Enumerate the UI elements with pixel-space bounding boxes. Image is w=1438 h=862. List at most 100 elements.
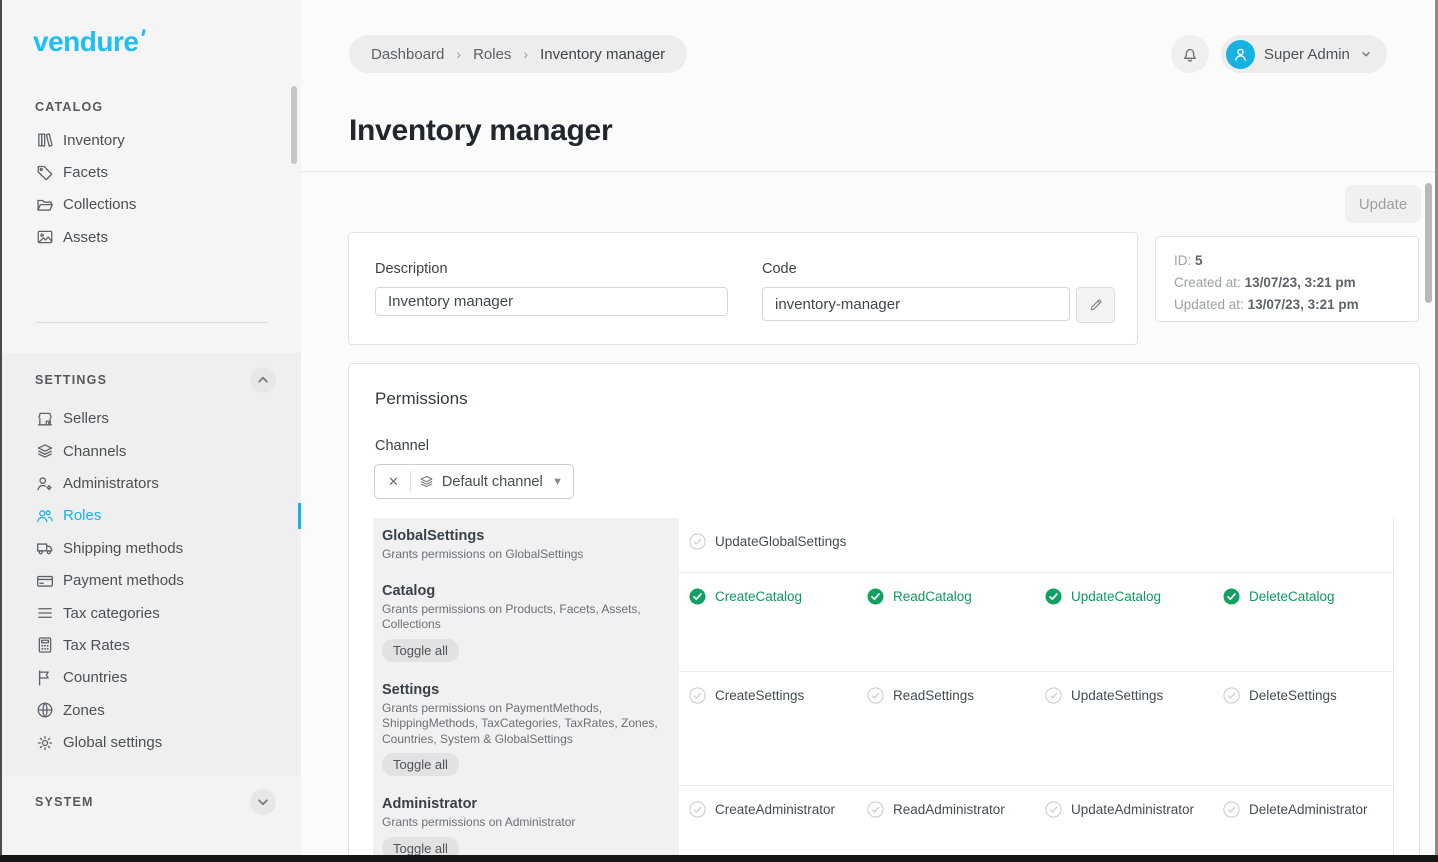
description-field-group: Description [375,261,728,316]
chevron-up-icon [254,371,272,389]
sidebar-item-tax-rates[interactable]: Tax Rates [2,629,301,661]
roles-icon [35,506,54,525]
permission-group-info: AdministratorGrants permissions on Admin… [373,786,679,862]
sidebar-item-sellers[interactable]: Sellers [2,403,301,435]
sidebar-item-channels[interactable]: Channels [2,435,301,467]
sidebar-item-label: Countries [63,669,127,686]
shipping-icon [35,539,54,558]
sidebar-item-roles[interactable]: Roles [2,500,301,532]
update-button[interactable]: Update [1345,185,1421,223]
sidebar-item-countries[interactable]: Countries [2,662,301,694]
sidebar-item-facets[interactable]: Facets [2,156,301,188]
sidebar-item-label: Sellers [63,410,109,427]
sellers-icon [35,409,54,428]
collections-icon [35,195,54,214]
divider [410,471,411,492]
description-input[interactable] [375,287,728,316]
channel-select-value: Default channel [442,474,544,490]
assets-icon [35,228,54,247]
vendure-logo[interactable]: vendure [33,26,138,58]
sidebar-item-zones[interactable]: Zones [2,694,301,726]
permission-createcatalog[interactable]: CreateCatalog [689,588,867,605]
permission-cells: CreateSettingsReadSettingsUpdateSettings… [679,672,1394,787]
role-detail-card: Description Code [348,232,1138,345]
permission-label: CreateAdministrator [715,802,835,817]
check-circle-filled-icon [1045,588,1062,605]
facets-icon [35,163,54,182]
spacer [2,58,301,86]
permission-cells: CreateAdministrator ReadAdministratorUpda… [679,786,1394,862]
channel-select[interactable]: ✕ Default channel ▼ [374,464,574,499]
payment-icon [35,571,54,590]
sidebar-item-label: Administrators [63,475,159,492]
check-circle-filled-icon [1223,588,1240,605]
permission-deletecatalog[interactable]: DeleteCatalog [1223,588,1394,605]
collapse-settings-button[interactable] [250,367,276,393]
inventory-icon [35,131,54,150]
breadcrumb-roles[interactable]: Roles [473,46,511,63]
spacer [2,323,301,353]
permission-readsettings[interactable]: ReadSettings [867,687,1045,704]
permission-group-description: Grants permissions on GlobalSettings [382,547,665,563]
breadcrumb-dashboard[interactable]: Dashboard [371,46,444,63]
permission-label: DeleteCatalog [1249,589,1335,604]
sidebar-item-administrators[interactable]: Administrators [2,467,301,499]
notifications-button[interactable] [1171,35,1209,73]
toggle-all-settings-button[interactable]: Toggle all [382,753,459,776]
tax-categories-icon [35,604,54,623]
sidebar-scrollbar[interactable] [291,86,297,164]
permission-deletesettings[interactable]: DeleteSettings [1223,687,1394,704]
permission-group-info: GlobalSettingsGrants permissions on Glob… [373,518,679,573]
sidebar-item-tax-categories[interactable]: Tax categories [2,597,301,629]
caret-down-icon: ▼ [552,476,563,488]
code-input[interactable] [762,287,1070,321]
permission-updatesettings[interactable]: UpdateSettings [1045,687,1223,704]
sidebar-item-global-settings[interactable]: Global settings [2,726,301,758]
permission-group-description: Grants permissions on Administrator [382,815,665,831]
sidebar-item-assets[interactable]: Assets [2,221,301,253]
page-scrollbar[interactable] [1425,183,1432,303]
permissions-heading: Permissions [375,389,468,409]
check-circle-outline-icon [689,801,706,818]
permission-updatecatalog[interactable]: UpdateCatalog [1045,588,1223,605]
check-circle-outline-icon [1045,687,1062,704]
user-menu[interactable]: Super Admin [1221,35,1387,73]
check-circle-outline-icon [867,687,884,704]
permission-readcatalog[interactable]: ReadCatalog [867,588,1045,605]
permission-row-settings: Settings Grants permissions on PaymentMet… [373,672,1393,787]
permission-cells: CreateCatalog ReadCatalog UpdateCatalog Del… [679,573,1394,672]
window-edge [0,855,1438,862]
nav-section-catalog: CATALOGInventoryFacetsCollectionsAssets [2,86,301,264]
sidebar-item-inventory[interactable]: Inventory [2,124,301,156]
channel-label: Channel [375,438,429,454]
permission-readadministrator[interactable]: ReadAdministrator [867,801,1045,818]
permission-deleteadministrator[interactable]: DeleteAdministrator [1223,801,1394,818]
remove-channel-button[interactable]: ✕ [385,473,402,490]
sidebar-item-shipping-methods[interactable]: Shipping methods [2,532,301,564]
permission-group-description: Grants permissions on PaymentMethods, Sh… [382,701,665,748]
permission-cells: UpdateGlobalSettings [679,518,1394,573]
permission-updateglobalsettings[interactable]: UpdateGlobalSettings [689,533,867,550]
permission-label: DeleteSettings [1249,688,1337,703]
collapse-system-button[interactable] [250,789,276,815]
nav-section-header: SYSTEM [2,775,301,825]
zones-icon [35,701,54,720]
sidebar-item-collections[interactable]: Collections [2,189,301,221]
meta-updated-row: Updated at: 13/07/23, 3:21 pm [1174,294,1400,316]
permission-updateadministrator[interactable]: UpdateAdministrator [1045,801,1223,818]
bell-icon [1181,45,1199,63]
permission-createadministrator[interactable]: CreateAdministrator [689,801,867,818]
edit-code-button[interactable] [1076,287,1115,323]
permission-createsettings[interactable]: CreateSettings [689,687,867,704]
permission-group-name: Settings [382,682,665,699]
user-name: Super Admin [1264,46,1350,63]
permission-label: ReadCatalog [893,589,972,604]
check-circle-filled-icon [867,588,884,605]
nav-section-system: SYSTEM [2,775,301,855]
sidebar-item-payment-methods[interactable]: Payment methods [2,565,301,597]
toggle-all-catalog-button[interactable]: Toggle all [382,639,459,662]
global-settings-icon [35,733,54,752]
nav-section-label: SYSTEM [35,795,94,809]
sidebar: vendure CATALOGInventoryFacetsCollection… [2,0,301,855]
tax-rates-icon [35,636,54,655]
